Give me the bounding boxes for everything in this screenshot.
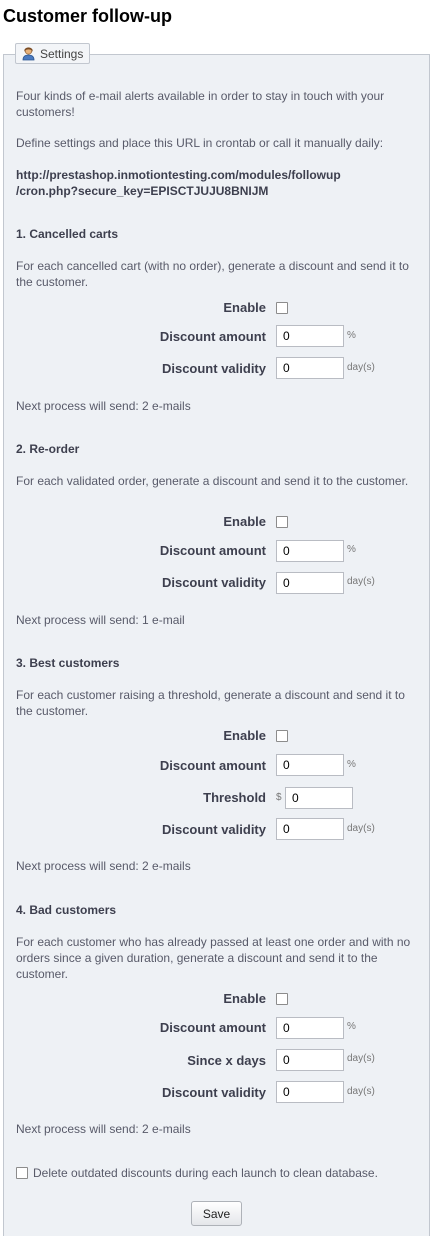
days-unit: day(s) xyxy=(347,1086,375,1097)
next-process-text: Next process will send: 2 e-mails xyxy=(16,859,191,873)
days-unit: day(s) xyxy=(347,1053,375,1064)
days-unit: day(s) xyxy=(347,362,375,373)
section-title-best-customers: 3. Best customers xyxy=(16,656,120,670)
discount-validity-input-best-customers[interactable]: 0 xyxy=(276,818,344,840)
discount-amount-input-cancelled-carts[interactable]: 0 xyxy=(276,325,344,347)
section-title-re-order: 2. Re-order xyxy=(16,442,80,456)
percent-unit: % xyxy=(347,544,356,555)
percent-unit: % xyxy=(347,1021,356,1032)
discount-validity-label: Discount validity xyxy=(161,1085,266,1100)
enable-checkbox-bad-customers[interactable] xyxy=(276,993,288,1005)
next-process-text: Next process will send: 2 e-mails xyxy=(16,399,191,413)
enable-label: Enable xyxy=(223,991,266,1006)
discount-validity-label: Discount validity xyxy=(161,822,266,837)
since-x-days-label: Since x days xyxy=(187,1053,266,1068)
page-title: Customer follow-up xyxy=(3,6,172,26)
cron-url-line2: /cron.php?secure_key=EPISCTJUJU8BNIJM xyxy=(16,184,269,198)
enable-checkbox-best-customers[interactable] xyxy=(276,730,288,742)
enable-label: Enable xyxy=(223,728,266,743)
section-desc: For each customer raising a threshold, g… xyxy=(16,688,405,718)
enable-checkbox-cancelled-carts[interactable] xyxy=(276,302,288,314)
section-desc: For each cancelled cart (with no order),… xyxy=(16,259,409,289)
discount-amount-label: Discount amount xyxy=(159,543,266,558)
delete-outdated-label[interactable]: Delete outdated discounts during each la… xyxy=(33,1165,423,1181)
save-button[interactable]: Save xyxy=(191,1201,242,1226)
discount-amount-input-best-customers[interactable]: 0 xyxy=(276,754,344,776)
discount-amount-label: Discount amount xyxy=(159,1020,266,1035)
discount-amount-input-bad-customers[interactable]: 0 xyxy=(276,1017,344,1039)
discount-validity-label: Discount validity xyxy=(161,575,266,590)
user-icon xyxy=(21,46,36,61)
enable-label: Enable xyxy=(223,300,266,315)
settings-legend-label: Settings xyxy=(40,46,84,61)
days-unit: day(s) xyxy=(347,576,375,587)
since-x-days-input[interactable]: 0 xyxy=(276,1049,344,1071)
delete-outdated-checkbox[interactable] xyxy=(16,1167,28,1179)
cron-url-line1: http://prestashop.inmotiontesting.com/mo… xyxy=(16,168,341,182)
discount-validity-input-bad-customers[interactable]: 0 xyxy=(276,1081,344,1103)
discount-validity-label: Discount validity xyxy=(161,361,266,376)
define-text: Define settings and place this URL in cr… xyxy=(16,136,384,150)
enable-label: Enable xyxy=(223,514,266,529)
section-title-cancelled-carts: 1. Cancelled carts xyxy=(16,227,119,241)
percent-unit: % xyxy=(347,330,356,341)
next-process-text: Next process will send: 2 e-mails xyxy=(16,1122,191,1136)
days-unit: day(s) xyxy=(347,823,375,834)
next-process-text: Next process will send: 1 e-mail xyxy=(16,613,185,627)
threshold-input[interactable]: 0 xyxy=(285,787,353,809)
dollar-prefix: $ xyxy=(276,792,282,803)
section-desc: For each validated order, generate a dis… xyxy=(16,474,409,488)
intro-text: Four kinds of e-mail alerts available in… xyxy=(16,89,385,119)
discount-amount-label: Discount amount xyxy=(159,758,266,773)
threshold-label: Threshold xyxy=(203,790,266,805)
settings-legend: Settings xyxy=(15,43,91,64)
discount-amount-input-re-order[interactable]: 0 xyxy=(276,540,344,562)
discount-validity-input-re-order[interactable]: 0 xyxy=(276,572,344,594)
discount-amount-label: Discount amount xyxy=(159,329,266,344)
section-desc: For each customer who has already passed… xyxy=(16,935,411,981)
percent-unit: % xyxy=(347,759,356,770)
discount-validity-input-cancelled-carts[interactable]: 0 xyxy=(276,357,344,379)
enable-checkbox-re-order[interactable] xyxy=(276,516,288,528)
section-title-bad-customers: 4. Bad customers xyxy=(16,903,117,917)
